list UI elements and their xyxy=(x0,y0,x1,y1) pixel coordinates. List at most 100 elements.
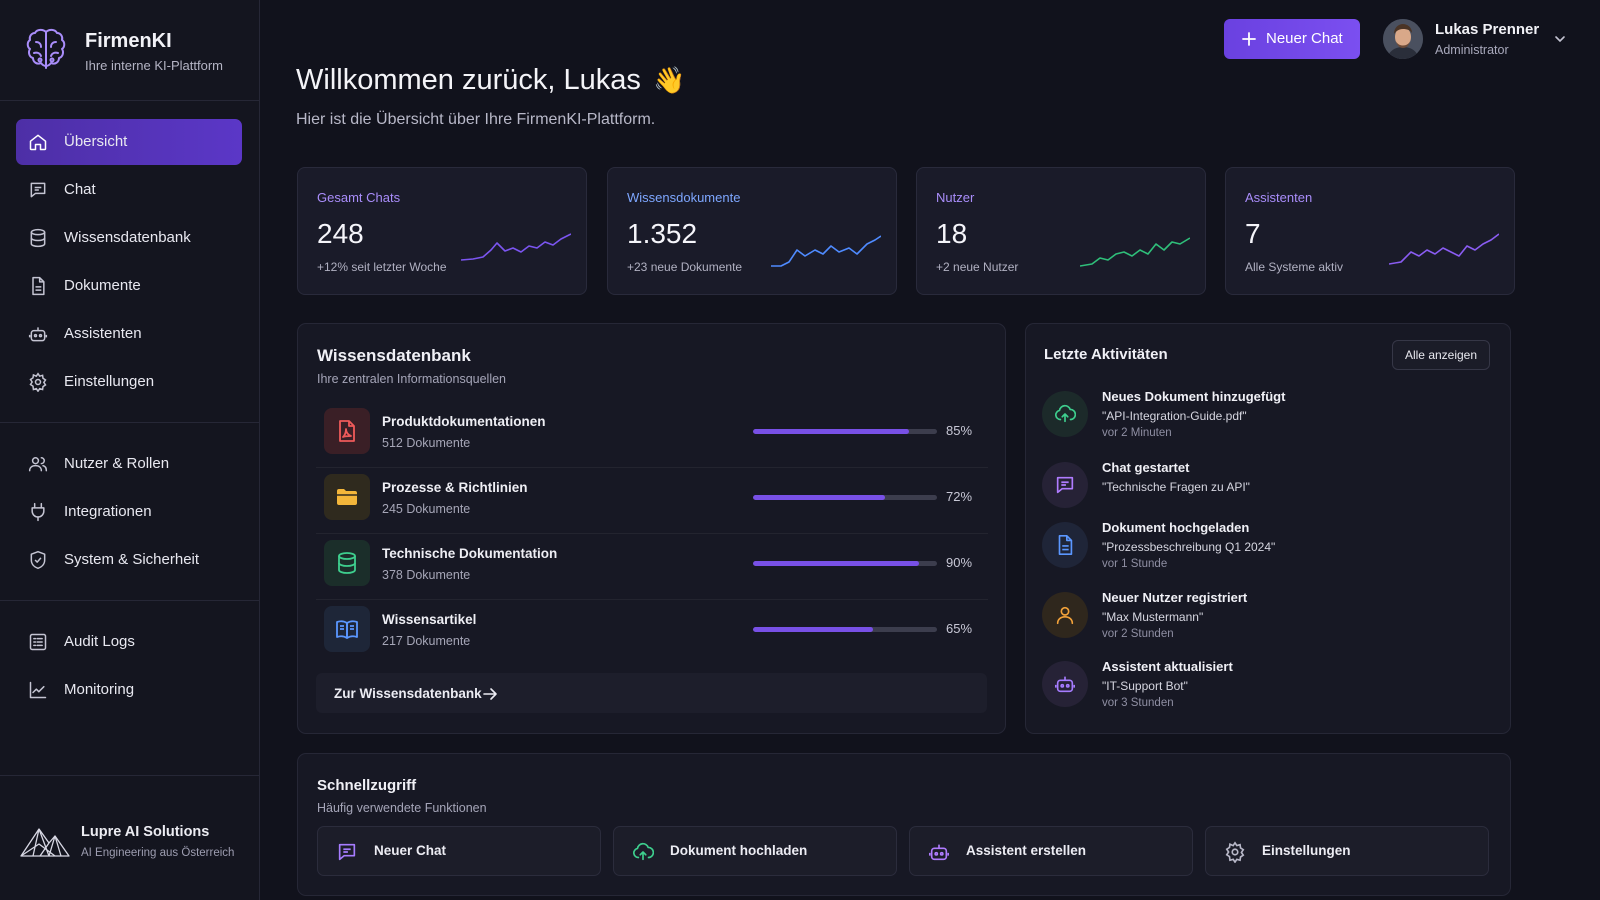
divider xyxy=(0,100,260,101)
sidebar-item-label: Nutzer & Rollen xyxy=(64,455,170,472)
activity-time: vor 2 Stunden xyxy=(1102,628,1174,640)
kb-icon-box xyxy=(324,408,370,454)
sidebar-item-dokumente[interactable]: Dokumente xyxy=(16,263,242,309)
activity-icon-circle xyxy=(1042,462,1088,508)
home-icon xyxy=(29,134,47,151)
activity-panel: Letzte Aktivitäten Alle anzeigen Neues D… xyxy=(1025,323,1511,734)
stat-sub: +2 neue Nutzer xyxy=(936,260,1019,274)
stat-card-documents[interactable]: Wissensdokumente 1.352 +23 neue Dokument… xyxy=(607,167,897,295)
panel-title: Wissensdatenbank xyxy=(317,346,471,365)
stat-value: 248 xyxy=(317,218,364,249)
sidebar-item-integrationen[interactable]: Integrationen xyxy=(16,489,242,535)
progress-percent: 72% xyxy=(946,489,973,504)
page-title: Willkommen zurück, Lukas 👋 xyxy=(296,64,685,97)
stat-card-assistants[interactable]: Assistenten 7 Alle Systeme aktiv xyxy=(1225,167,1515,295)
quick-label: Assistent erstellen xyxy=(966,843,1087,858)
stat-sub: +23 neue Dokumente xyxy=(627,260,743,274)
quick-label: Einstellungen xyxy=(1262,843,1351,858)
sidebar: FirmenKI Ihre interne KI-Plattform Übers… xyxy=(0,0,260,900)
stat-value: 7 xyxy=(1245,218,1261,249)
stat-label: Wissensdokumente xyxy=(627,190,741,205)
quick-label: Dokument hochladen xyxy=(670,843,808,858)
document-icon xyxy=(1058,535,1073,555)
activity-detail: "Max Mustermann" xyxy=(1102,610,1204,624)
show-all-button[interactable]: Alle anzeigen xyxy=(1392,340,1490,370)
progress-percent: 85% xyxy=(946,423,973,438)
company-footer: Lupre AI Solutions AI Engineering aus Ös… xyxy=(20,815,250,865)
activity-item[interactable]: Assistent aktualisiert "IT-Support Bot" … xyxy=(1042,659,1482,721)
database-icon xyxy=(338,552,356,574)
sidebar-item-audit-logs[interactable]: Audit Logs xyxy=(16,619,242,665)
gear-icon xyxy=(1225,841,1245,863)
sidebar-item-system-sicherheit[interactable]: System & Sicherheit xyxy=(16,537,242,583)
new-chat-button[interactable]: Neuer Chat xyxy=(1224,19,1360,59)
knowledge-row[interactable]: Produktdokumentationen 512 Dokumente 85% xyxy=(316,402,988,468)
progress-percent: 90% xyxy=(946,555,973,570)
book-icon xyxy=(336,620,358,639)
stat-sub: Alle Systeme aktiv xyxy=(1245,260,1344,274)
plug-icon xyxy=(31,502,45,522)
stat-card-chats[interactable]: Gesamt Chats 248 +12% seit letzter Woche xyxy=(297,167,587,295)
progress-bar xyxy=(753,429,937,434)
knowledge-row[interactable]: Wissensartikel 217 Dokumente 65% xyxy=(316,600,988,666)
chevron-down-icon xyxy=(1555,36,1565,43)
chat-icon xyxy=(30,182,46,198)
sidebar-item-label: System & Sicherheit xyxy=(64,551,200,568)
document-icon xyxy=(32,276,45,296)
user-name: Lukas Prenner xyxy=(1435,21,1540,38)
kb-name: Produktdokumentationen xyxy=(382,414,546,429)
sparkline-chart xyxy=(771,235,881,267)
sidebar-item-wissensdatenbank[interactable]: Wissensdatenbank xyxy=(16,215,242,261)
sidebar-item-label: Audit Logs xyxy=(64,633,135,650)
quick-settings-button[interactable]: Einstellungen xyxy=(1205,826,1489,876)
activity-item[interactable]: Neues Dokument hinzugefügt "API-Integrat… xyxy=(1042,389,1482,451)
sidebar-item-einstellungen[interactable]: Einstellungen xyxy=(16,359,242,405)
kb-icon-box xyxy=(324,606,370,652)
stat-card-users[interactable]: Nutzer 18 +2 neue Nutzer xyxy=(916,167,1206,295)
progress-percent: 65% xyxy=(946,621,973,636)
company-name: Lupre AI Solutions xyxy=(81,824,210,840)
sidebar-item-monitoring[interactable]: Monitoring xyxy=(16,667,242,713)
sparkline-chart xyxy=(461,233,571,261)
divider xyxy=(0,775,260,776)
arrow-right-icon xyxy=(483,688,497,700)
activity-title: Chat gestartet xyxy=(1102,460,1190,475)
knowledge-row[interactable]: Technische Dokumentation 378 Dokumente 9… xyxy=(316,534,988,600)
panel-title: Schnellzugriff xyxy=(317,777,417,794)
activity-item[interactable]: Neuer Nutzer registriert "Max Mustermann… xyxy=(1042,590,1482,652)
activity-item[interactable]: Chat gestartet "Technische Fragen zu API… xyxy=(1042,460,1482,522)
sidebar-item-nutzer-rollen[interactable]: Nutzer & Rollen xyxy=(16,441,242,487)
quick-new-chat-button[interactable]: Neuer Chat xyxy=(317,826,601,876)
user-icon xyxy=(1056,606,1074,625)
new-chat-label: Neuer Chat xyxy=(1266,30,1343,47)
stat-label: Nutzer xyxy=(936,190,975,205)
gear-icon xyxy=(29,372,47,392)
knowledge-row[interactable]: Prozesse & Richtlinien 245 Dokumente 72% xyxy=(316,468,988,534)
sidebar-item-uebersicht[interactable]: Übersicht xyxy=(16,119,242,165)
progress-bar xyxy=(753,561,937,566)
chart-line-icon xyxy=(29,681,47,699)
activity-time: vor 3 Stunden xyxy=(1102,697,1174,709)
sidebar-item-assistenten[interactable]: Assistenten xyxy=(16,311,242,357)
brand[interactable]: FirmenKI Ihre interne KI-Plattform xyxy=(22,26,252,80)
sidebar-item-label: Übersicht xyxy=(64,133,128,150)
user-menu[interactable]: Lukas Prenner Administrator xyxy=(1383,18,1573,62)
panel-title: Letzte Aktivitäten xyxy=(1044,346,1168,363)
kb-name: Technische Dokumentation xyxy=(382,546,558,561)
activity-icon-circle xyxy=(1042,391,1088,437)
sidebar-item-chat[interactable]: Chat xyxy=(16,167,242,213)
activity-title: Neuer Nutzer registriert xyxy=(1102,590,1248,605)
knowledge-link-button[interactable]: Zur Wissensdatenbank xyxy=(316,673,987,713)
pdf-icon xyxy=(339,420,355,442)
sidebar-item-label: Einstellungen xyxy=(64,373,155,390)
progress-bar xyxy=(753,495,937,500)
sidebar-item-label: Wissensdatenbank xyxy=(64,229,191,246)
sparkline-chart xyxy=(1080,237,1190,267)
quick-upload-button[interactable]: Dokument hochladen xyxy=(613,826,897,876)
activity-time: vor 2 Minuten xyxy=(1102,427,1172,439)
activity-detail: "Prozessbeschreibung Q1 2024" xyxy=(1102,540,1276,554)
kb-icon-box xyxy=(324,474,370,520)
activity-item[interactable]: Dokument hochgeladen "Prozessbeschreibun… xyxy=(1042,520,1482,582)
quick-create-assistant-button[interactable]: Assistent erstellen xyxy=(909,826,1193,876)
kb-icon-box xyxy=(324,540,370,586)
